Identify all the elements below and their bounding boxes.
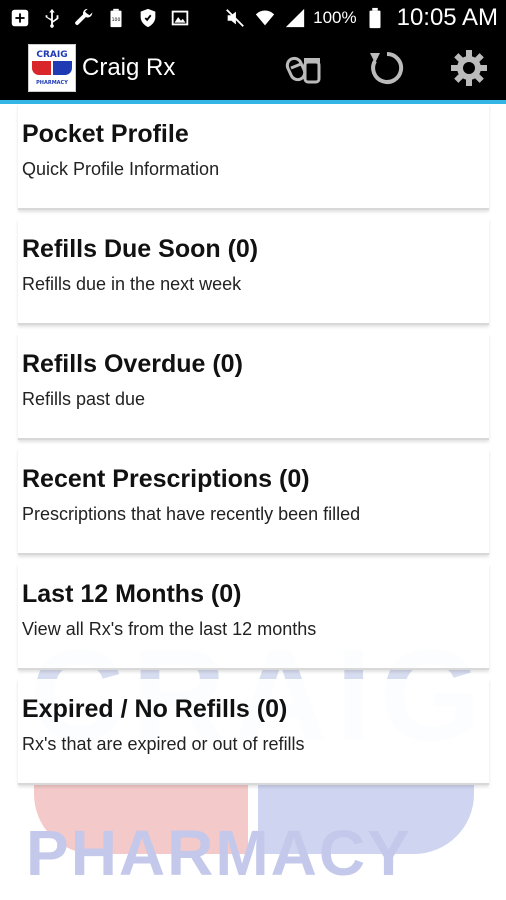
- status-bar: 100 100% 10:05 AM: [0, 0, 506, 36]
- menu-item-pocket-profile[interactable]: Pocket Profile Quick Profile Information: [18, 104, 489, 210]
- app-logo: CRAIG PHARMACY: [28, 44, 76, 92]
- pill-button[interactable]: [284, 47, 326, 89]
- menu-item-subtitle: Quick Profile Information: [22, 159, 220, 179]
- wifi-icon: [253, 6, 277, 30]
- menu-item-title: Last 12 Months (0): [22, 580, 242, 608]
- action-bar: CRAIG PHARMACY Craig Rx: [0, 36, 506, 100]
- menu-item-expired-no-refills[interactable]: Expired / No Refills (0) Rx's that are e…: [18, 679, 489, 785]
- svg-text:100: 100: [112, 17, 121, 23]
- battery-icon: [363, 6, 387, 30]
- svg-text:CRAIG: CRAIG: [36, 50, 67, 60]
- app-title: Craig Rx: [82, 54, 176, 81]
- menu-item-subtitle: Prescriptions that have recently been fi…: [22, 504, 361, 524]
- menu-item-refills-overdue[interactable]: Refills Overdue (0) Refills past due: [18, 334, 489, 440]
- signal-icon: [283, 6, 307, 30]
- menu-item-recent-prescriptions[interactable]: Recent Prescriptions (0) Prescriptions t…: [18, 449, 489, 555]
- refresh-button[interactable]: [366, 47, 408, 89]
- status-bar-left: 100: [0, 6, 192, 30]
- menu-item-title: Pocket Profile: [22, 120, 189, 148]
- menu-item-subtitle: Rx's that are expired or out of refills: [22, 734, 305, 754]
- menu-item-subtitle: View all Rx's from the last 12 months: [22, 619, 317, 639]
- watermark-blue-shape: [258, 782, 474, 854]
- menu-item-title: Expired / No Refills (0): [22, 695, 288, 723]
- pill-icon: [285, 56, 321, 84]
- menu-item-title: Recent Prescriptions (0): [22, 465, 310, 493]
- refresh-icon: [370, 51, 404, 84]
- watermark-pharmacy-text: PHARMACY: [26, 817, 412, 889]
- menu-item-last-12-months[interactable]: Last 12 Months (0) View all Rx's from th…: [18, 564, 489, 670]
- battery-percent: 100%: [313, 8, 357, 27]
- menu-item-subtitle: Refills past due: [22, 389, 146, 409]
- status-bar-right: 100% 10:05 AM: [223, 4, 506, 32]
- settings-icon: [451, 50, 487, 86]
- shield-icon: [136, 6, 160, 30]
- wrench-icon: [72, 6, 96, 30]
- craig-pharmacy-logo-icon: CRAIG PHARMACY: [29, 45, 75, 91]
- action-bar-actions: [284, 36, 490, 100]
- add-icon: [8, 6, 32, 30]
- menu-item-title: Refills Due Soon (0): [22, 235, 259, 263]
- menu-item-subtitle: Refills due in the next week: [22, 274, 242, 294]
- battery-100-icon: 100: [104, 6, 128, 30]
- usb-icon: [40, 6, 64, 30]
- menu-item-refills-due-soon[interactable]: Refills Due Soon (0) Refills due in the …: [18, 219, 489, 325]
- image-icon: [168, 6, 192, 30]
- menu-item-title: Refills Overdue (0): [22, 350, 243, 378]
- watermark-red-shape: [34, 782, 248, 854]
- svg-text:PHARMACY: PHARMACY: [36, 80, 68, 86]
- settings-button[interactable]: [448, 47, 490, 89]
- status-time: 10:05 AM: [396, 4, 498, 31]
- mute-icon: [223, 6, 247, 30]
